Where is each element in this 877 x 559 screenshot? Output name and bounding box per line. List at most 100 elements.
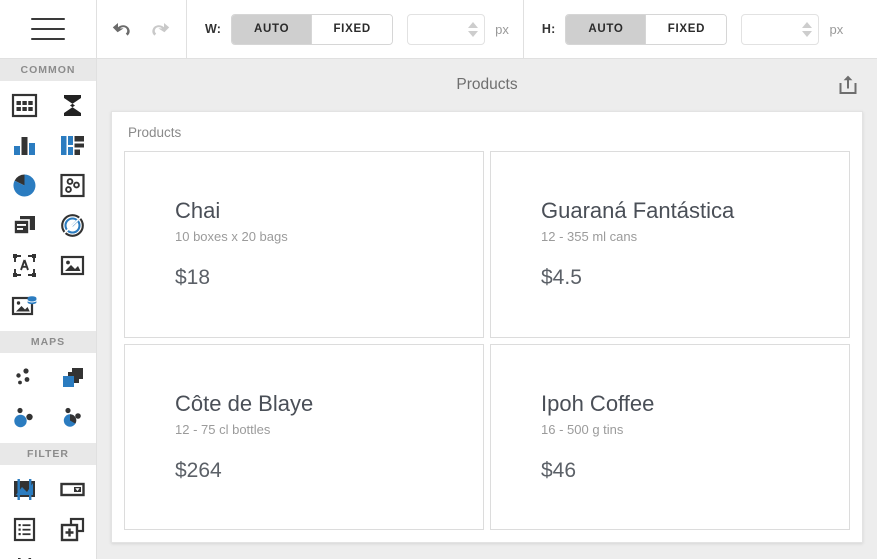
- hamburger-menu-button[interactable]: [0, 0, 97, 58]
- product-quantity: 12 - 355 ml cans: [541, 229, 638, 245]
- product-name: Côte de Blaye: [175, 390, 314, 416]
- toolbar: W: AUTO FIXED px H: AUTO FIXED px: [0, 0, 877, 59]
- text-box-icon: [12, 253, 36, 277]
- main-content: Products Products Chai 10 boxes x 20 bag…: [97, 59, 877, 559]
- height-control-group: H: AUTO FIXED px: [524, 0, 857, 58]
- sidebar-tools-filter: [0, 465, 96, 559]
- width-unit-label: px: [495, 21, 509, 37]
- card-text-icon: [12, 215, 35, 235]
- page-title: Products: [456, 76, 518, 93]
- product-card-grid: Chai 10 boxes x 20 bags $18 Guaraná Fant…: [124, 151, 850, 530]
- tool-sidebar: COMMON MAPS FILTER: [0, 59, 97, 559]
- bar-chart-icon: [13, 136, 35, 155]
- sidebar-section-common: COMMON: [0, 59, 96, 81]
- width-label: W:: [205, 22, 222, 36]
- product-price: $264: [175, 458, 222, 482]
- height-spinner[interactable]: [802, 21, 813, 37]
- tool-combo-chart[interactable]: [48, 125, 96, 165]
- tool-pie-bubble-map[interactable]: [48, 397, 96, 437]
- tool-dot-map[interactable]: [0, 357, 48, 397]
- width-spinner[interactable]: [468, 21, 479, 37]
- tool-list-filter[interactable]: [0, 509, 48, 549]
- undo-button[interactable]: [108, 16, 134, 42]
- spinner-down-icon[interactable]: [468, 30, 479, 37]
- tool-range-filter[interactable]: [0, 469, 48, 509]
- width-mode-auto[interactable]: AUTO: [232, 14, 313, 44]
- sidebar-tools-common: [0, 81, 96, 331]
- add-filter-icon: [60, 517, 84, 541]
- product-quantity: 12 - 75 cl bottles: [175, 421, 271, 437]
- spinner-down-icon[interactable]: [802, 30, 813, 37]
- product-quantity: 10 boxes x 20 bags: [175, 229, 288, 245]
- tool-bubble-map[interactable]: [0, 397, 48, 437]
- width-value-input[interactable]: [407, 13, 486, 45]
- spinner-up-icon[interactable]: [468, 21, 479, 28]
- application-window: W: AUTO FIXED px H: AUTO FIXED px COMMON…: [0, 0, 877, 559]
- body: COMMON MAPS FILTER Products Products Cha…: [0, 59, 877, 559]
- product-card[interactable]: Guaraná Fantástica 12 - 355 ml cans $4.5: [490, 151, 850, 338]
- tool-text-box[interactable]: [0, 245, 48, 285]
- product-card[interactable]: Ipoh Coffee 16 - 500 g tins $46: [490, 343, 850, 530]
- product-card[interactable]: Chai 10 boxes x 20 bags $18: [124, 151, 484, 338]
- tool-summary[interactable]: [48, 85, 96, 125]
- gauge-icon: [60, 213, 84, 237]
- pie-bubble-map-icon: [63, 407, 81, 427]
- range-filter-icon: [13, 478, 35, 500]
- product-price: $4.5: [541, 266, 582, 290]
- sum-sigma-icon: [63, 94, 81, 116]
- product-name: Ipoh Coffee: [541, 390, 655, 416]
- list-filter-icon: [13, 517, 35, 541]
- tool-add-filter[interactable]: [48, 509, 96, 549]
- image-data-icon: [11, 295, 37, 315]
- product-name: Guaraná Fantástica: [541, 198, 735, 224]
- history-controls: [97, 0, 187, 58]
- width-mode-fixed[interactable]: FIXED: [312, 14, 393, 44]
- width-control-group: W: AUTO FIXED px: [187, 0, 524, 58]
- table-icon: [11, 93, 37, 117]
- product-quantity: 16 - 500 g tins: [541, 421, 624, 437]
- date-filter-icon: [17, 557, 31, 559]
- product-price: $18: [175, 266, 211, 290]
- tool-image-data[interactable]: [0, 285, 48, 325]
- share-button[interactable]: [833, 70, 863, 100]
- dropdown-filter-icon: [59, 482, 85, 496]
- tool-scatter-plot[interactable]: [48, 165, 96, 205]
- dashboard-panel: Products Chai 10 boxes x 20 bags $18 Gua…: [111, 111, 863, 543]
- combo-chart-icon: [60, 135, 84, 155]
- tool-layer-map[interactable]: [48, 357, 96, 397]
- height-value-input[interactable]: [741, 13, 820, 45]
- tool-gauge[interactable]: [48, 205, 96, 245]
- spinner-up-icon[interactable]: [802, 21, 813, 28]
- tool-card-text[interactable]: [0, 205, 48, 245]
- height-unit-label: px: [829, 21, 844, 37]
- tool-image[interactable]: [48, 245, 96, 285]
- dot-map-icon: [15, 367, 29, 384]
- share-upload-icon: [839, 75, 857, 94]
- height-label: H:: [541, 22, 556, 36]
- scatter-plot-icon: [59, 173, 85, 197]
- panel-title: Products: [128, 125, 182, 140]
- hamburger-icon: [31, 18, 65, 40]
- redo-button[interactable]: [150, 16, 176, 42]
- width-mode-toggle: AUTO FIXED: [231, 13, 394, 45]
- tool-table[interactable]: [0, 85, 48, 125]
- product-card[interactable]: Côte de Blaye 12 - 75 cl bottles $264: [124, 343, 484, 530]
- layer-map-icon: [62, 367, 83, 387]
- bubble-map-icon: [13, 407, 33, 427]
- sidebar-section-maps: MAPS: [0, 331, 96, 353]
- tool-date-filter[interactable]: [0, 549, 48, 559]
- page-header: Products: [111, 59, 863, 111]
- image-icon: [60, 255, 84, 275]
- height-mode-toggle: AUTO FIXED: [565, 13, 728, 45]
- tool-dropdown-filter[interactable]: [48, 469, 96, 509]
- pie-chart-icon: [12, 173, 35, 196]
- undo-icon: [112, 23, 130, 36]
- height-mode-fixed[interactable]: FIXED: [646, 14, 727, 44]
- height-mode-auto[interactable]: AUTO: [566, 14, 647, 44]
- product-name: Chai: [175, 198, 221, 224]
- tool-pie-chart[interactable]: [0, 165, 48, 205]
- sidebar-tools-maps: [0, 353, 96, 443]
- sidebar-section-filter: FILTER: [0, 443, 96, 465]
- tool-bar-chart[interactable]: [0, 125, 48, 165]
- product-price: $46: [541, 458, 577, 482]
